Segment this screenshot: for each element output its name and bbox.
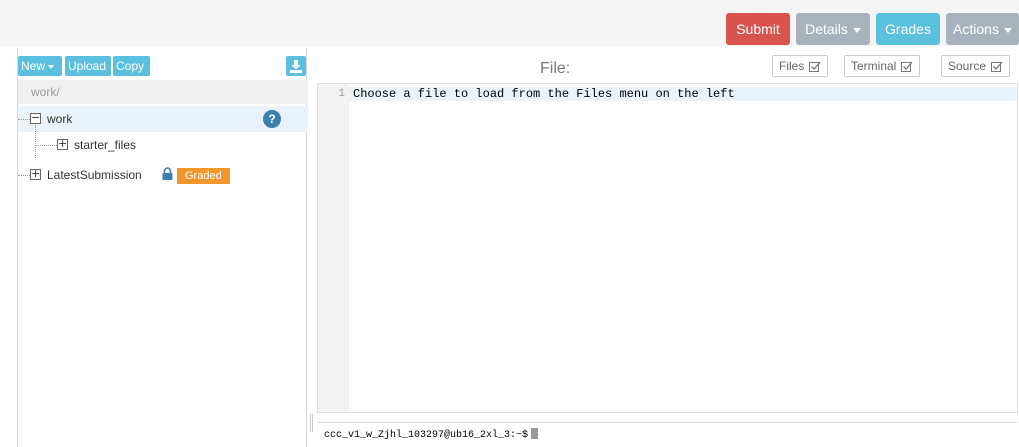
tree-item-label: work bbox=[47, 112, 73, 126]
tree-connector bbox=[35, 145, 57, 146]
help-badge[interactable]: ? bbox=[263, 110, 281, 128]
terminal-cursor bbox=[531, 428, 539, 439]
actions-dropdown-button[interactable]: Actions bbox=[946, 13, 1019, 45]
line-number-gutter: 1 bbox=[318, 84, 349, 412]
current-path: work/ bbox=[18, 80, 308, 104]
details-label: Details bbox=[805, 21, 848, 37]
chevron-down-icon bbox=[48, 64, 55, 69]
expand-icon[interactable]: + bbox=[57, 138, 68, 150]
file-browser-panel: New Upload Copy work/ − work ? + starter… bbox=[17, 48, 308, 447]
upload-label: Upload bbox=[68, 59, 107, 73]
tree-connector bbox=[18, 175, 30, 176]
copy-button[interactable]: Copy bbox=[113, 56, 150, 76]
collapse-icon[interactable]: − bbox=[30, 112, 41, 124]
editor-header: File: Files Terminal Source bbox=[317, 48, 1019, 83]
file-tree: − work ? + starter_files + LatestSubmiss… bbox=[18, 106, 308, 188]
checkbox-checked-icon bbox=[901, 61, 913, 72]
tree-item-label: starter_files bbox=[74, 138, 137, 152]
files-toggle-label: Files bbox=[779, 59, 805, 73]
grades-button[interactable]: Grades bbox=[876, 13, 940, 45]
ide-page: Submit Details Grades Actions New Upload… bbox=[0, 0, 1019, 447]
terminal-panel[interactable]: ccc_v1_w_Zjhl_103297@ub16_2xl_3:~$ bbox=[317, 422, 1018, 447]
grades-label: Grades bbox=[885, 21, 931, 37]
tree-connector bbox=[18, 119, 30, 120]
terminal-toggle-label: Terminal bbox=[851, 59, 897, 73]
tree-item-latest-submission[interactable]: + LatestSubmission Graded bbox=[18, 162, 308, 188]
code-line-active[interactable]: Choose a file to load from the Files men… bbox=[349, 87, 1017, 101]
code-line-text: Choose a file to load from the Files men… bbox=[353, 87, 735, 101]
expand-icon[interactable]: + bbox=[30, 168, 41, 180]
tree-item-work[interactable]: − work ? bbox=[18, 106, 308, 158]
lock-icon bbox=[162, 167, 173, 180]
file-toolbar: New Upload Copy bbox=[18, 56, 308, 80]
source-toggle-label: Source bbox=[948, 59, 987, 73]
tree-item-label: LatestSubmission bbox=[47, 168, 142, 182]
checkbox-checked-icon bbox=[991, 61, 1003, 72]
terminal-prompt-text: ccc_v1_w_Zjhl_103297@ub16_2xl_3:~$ bbox=[324, 430, 529, 441]
source-toggle[interactable]: Source bbox=[941, 55, 1011, 77]
download-button[interactable] bbox=[286, 56, 306, 76]
details-dropdown-button[interactable]: Details bbox=[796, 13, 870, 45]
line-number: 1 bbox=[338, 88, 345, 100]
new-label: New bbox=[21, 59, 46, 73]
graded-badge: Graded bbox=[177, 168, 230, 184]
resize-handle[interactable] bbox=[310, 414, 313, 432]
top-action-bar: Submit Details Grades Actions bbox=[0, 0, 1019, 46]
terminal-toggle[interactable]: Terminal bbox=[844, 55, 921, 77]
copy-label: Copy bbox=[116, 59, 145, 73]
new-file-button[interactable]: New bbox=[18, 56, 62, 76]
checkbox-checked-icon bbox=[809, 61, 821, 72]
terminal-prompt: ccc_v1_w_Zjhl_103297@ub16_2xl_3:~$ bbox=[324, 428, 539, 441]
chevron-down-icon bbox=[1003, 27, 1012, 33]
submit-button[interactable]: Submit bbox=[726, 13, 790, 45]
upload-button[interactable]: Upload bbox=[65, 56, 111, 76]
chevron-down-icon bbox=[852, 27, 861, 33]
file-title: File: bbox=[540, 60, 571, 77]
tree-item-starter-files[interactable]: + starter_files bbox=[18, 132, 308, 158]
submit-label: Submit bbox=[736, 21, 780, 37]
actions-label: Actions bbox=[953, 21, 999, 37]
download-icon bbox=[290, 59, 302, 73]
code-editor[interactable]: 1 Choose a file to load from the Files m… bbox=[317, 83, 1018, 413]
files-toggle[interactable]: Files bbox=[772, 55, 829, 77]
